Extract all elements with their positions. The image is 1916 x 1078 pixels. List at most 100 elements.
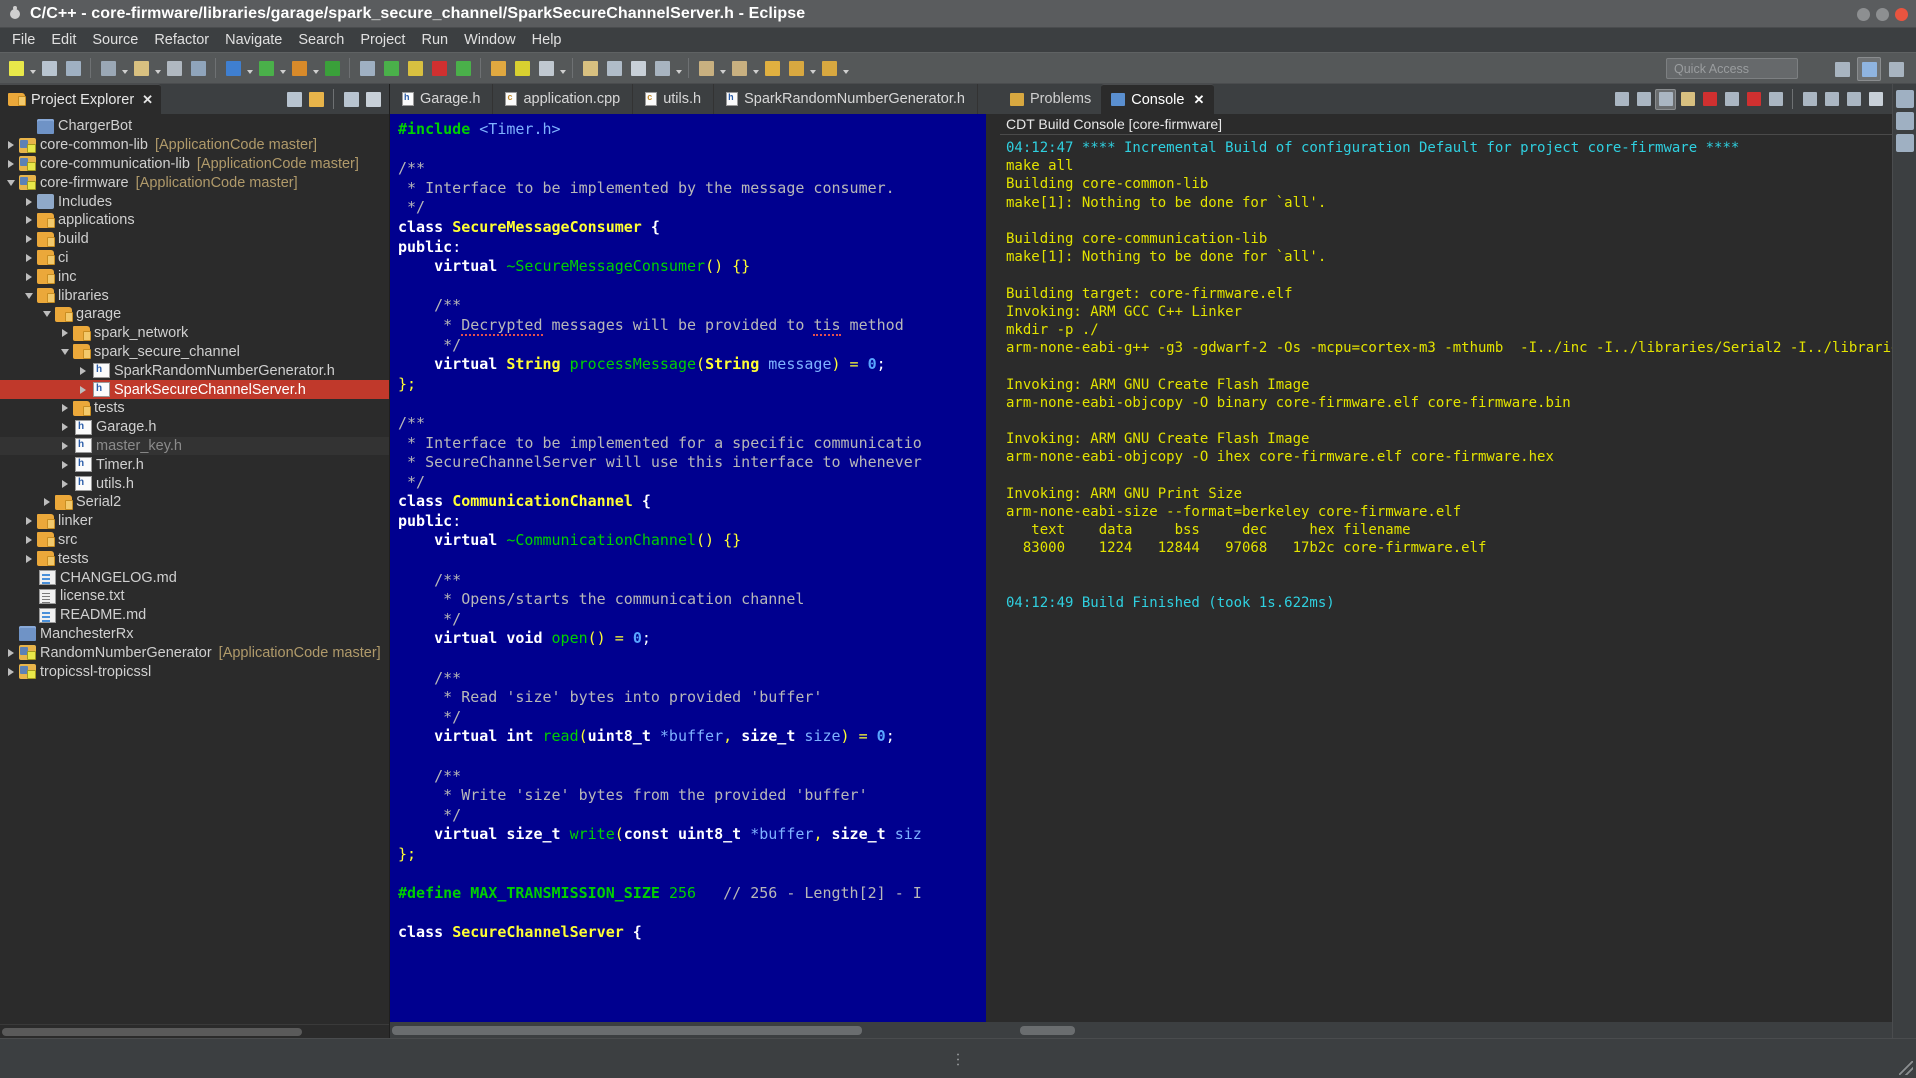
quick-access-input[interactable]: Quick Access [1666, 58, 1798, 79]
chevron-down-icon[interactable] [841, 57, 850, 79]
chevron-right-icon[interactable] [58, 477, 72, 491]
menu-search[interactable]: Search [290, 30, 352, 50]
scrollbar-thumb[interactable] [1020, 1025, 1075, 1035]
maximize-view-icon[interactable] [1843, 89, 1864, 110]
menu-file[interactable]: File [4, 30, 43, 50]
tree-item-chargerbot[interactable]: ChargerBot [0, 117, 389, 136]
maximize-button[interactable] [1876, 7, 1889, 21]
terminate-icon[interactable] [1699, 89, 1720, 110]
perspective-git-icon[interactable] [1884, 57, 1908, 81]
editor-tab-application-cpp[interactable]: application.cpp [493, 84, 634, 114]
remove-all-terminated-icon[interactable] [1743, 89, 1764, 110]
tree-item-readme-md[interactable]: README.md [0, 606, 389, 625]
menu-project[interactable]: Project [352, 30, 413, 50]
chevron-right-icon[interactable] [22, 195, 36, 209]
chevron-down-icon[interactable] [558, 57, 567, 79]
focus-on-active-task-icon[interactable] [341, 89, 361, 109]
tree-item-sparksecurechannelserver-h[interactable]: SparkSecureChannelServer.h [0, 380, 389, 399]
toggle-word-wrap-icon[interactable] [651, 57, 673, 79]
perspective-cpp-icon[interactable] [1857, 57, 1881, 81]
close-icon[interactable]: ✕ [1193, 92, 1204, 108]
open-perspective-icon[interactable] [1830, 57, 1854, 81]
word-wrap-icon[interactable] [1765, 89, 1786, 110]
tree-item-src[interactable]: src [0, 531, 389, 550]
clear-console-icon[interactable] [1677, 89, 1698, 110]
editor-horizontal-scrollbar[interactable] [390, 1022, 1000, 1038]
new-wizard-icon[interactable] [5, 57, 27, 79]
chevron-down-icon[interactable] [22, 289, 36, 303]
tree-item-license-txt[interactable]: license.txt [0, 587, 389, 606]
chevron-down-icon[interactable] [674, 57, 683, 79]
editor-tab-sparkrandomnumbergenerator-h[interactable]: SparkRandomNumberGenerator.h [714, 84, 978, 114]
tree-item-manchesterrx[interactable]: ManchesterRx [0, 625, 389, 644]
run-c-application-icon[interactable] [321, 57, 343, 79]
chevron-down-icon[interactable] [718, 57, 727, 79]
tab-console[interactable]: Console ✕ [1101, 84, 1215, 114]
chevron-down-icon[interactable] [311, 57, 320, 79]
previous-annotation-icon[interactable] [728, 57, 750, 79]
build-all-icon[interactable] [97, 57, 119, 79]
save-all-icon[interactable] [62, 57, 84, 79]
scroll-lock-icon[interactable] [1611, 89, 1632, 110]
menu-run[interactable]: Run [413, 30, 456, 50]
menu-edit[interactable]: Edit [43, 30, 84, 50]
chevron-down-icon[interactable] [58, 345, 72, 359]
print-icon[interactable] [163, 57, 185, 79]
chevron-right-icon[interactable] [40, 495, 54, 509]
tree-item-garage[interactable]: garage [0, 305, 389, 324]
tree-item-build[interactable]: build [0, 230, 389, 249]
editor-tab-utils-h[interactable]: utils.h [633, 84, 715, 114]
tree-item-serial2[interactable]: Serial2 [0, 493, 389, 512]
chevron-right-icon[interactable] [4, 665, 18, 679]
console-output[interactable]: 04:12:47 **** Incremental Build of confi… [1000, 135, 1892, 1022]
resize-corner-icon[interactable] [1899, 1061, 1913, 1075]
tree-item-libraries[interactable]: libraries [0, 286, 389, 305]
display-selected-console-icon[interactable] [1655, 88, 1676, 110]
tree-item-randomnumbergenerator[interactable]: RandomNumberGenerator [ApplicationCode ma… [0, 643, 389, 662]
chevron-down-icon[interactable] [808, 57, 817, 79]
tree-item-master-key-h[interactable]: master_key.h [0, 436, 389, 456]
debug-icon[interactable] [222, 57, 244, 79]
explorer-horizontal-scrollbar[interactable] [0, 1024, 389, 1038]
editor-tab-garage-h[interactable]: Garage.h [390, 84, 494, 114]
menu-help[interactable]: Help [524, 30, 570, 50]
pencil-icon[interactable] [579, 57, 601, 79]
show-whitespace-icon[interactable] [627, 57, 649, 79]
collapse-all-icon[interactable] [284, 89, 304, 109]
run-icon[interactable] [255, 57, 277, 79]
chevron-right-icon[interactable] [4, 646, 18, 660]
tree-item-timer-h[interactable]: Timer.h [0, 455, 389, 474]
close-button[interactable] [1895, 7, 1908, 21]
next-annotation-icon[interactable] [695, 57, 717, 79]
chevron-right-icon[interactable] [22, 232, 36, 246]
tree-item-includes[interactable]: Includes [0, 192, 389, 211]
remove-launch-icon[interactable] [1721, 89, 1742, 110]
chevron-right-icon[interactable] [22, 270, 36, 284]
tree-item-spark-network[interactable]: spark_network [0, 324, 389, 343]
chevron-down-icon[interactable] [4, 176, 18, 190]
scrollbar-thumb[interactable] [392, 1025, 862, 1035]
chevron-right-icon[interactable] [22, 552, 36, 566]
minimize-view-icon[interactable] [1821, 89, 1842, 110]
tree-item-core-firmware[interactable]: core-firmware [ApplicationCode master] [0, 173, 389, 192]
open-console-icon[interactable] [1799, 89, 1820, 110]
outline-view-icon[interactable] [1895, 90, 1914, 108]
save-icon[interactable] [38, 57, 60, 79]
tab-project-explorer[interactable]: Project Explorer ✕ [0, 84, 162, 114]
chevron-right-icon[interactable] [58, 326, 72, 340]
tree-item-linker[interactable]: linker [0, 512, 389, 531]
editor-overview-ruler[interactable] [986, 114, 1000, 1022]
tasks-view-icon[interactable] [1895, 134, 1914, 152]
tree-item-core-communication-lib[interactable]: core-communication-lib [ApplicationCode m… [0, 155, 389, 174]
chevron-right-icon[interactable] [22, 533, 36, 547]
tree-item-utils-h[interactable]: utils.h [0, 474, 389, 493]
toggle-block-selection-icon[interactable] [603, 57, 625, 79]
chevron-down-icon[interactable] [751, 57, 760, 79]
chevron-right-icon[interactable] [58, 439, 72, 453]
tree-item-sparkrandomnumbergenerator-h[interactable]: SparkRandomNumberGenerator.h [0, 361, 389, 380]
make-target-view-icon[interactable] [1895, 112, 1914, 130]
chevron-right-icon[interactable] [58, 458, 72, 472]
view-menu-icon[interactable] [363, 89, 383, 109]
tree-item-inc[interactable]: inc [0, 267, 389, 286]
console-horizontal-scrollbar[interactable] [1000, 1022, 1892, 1038]
